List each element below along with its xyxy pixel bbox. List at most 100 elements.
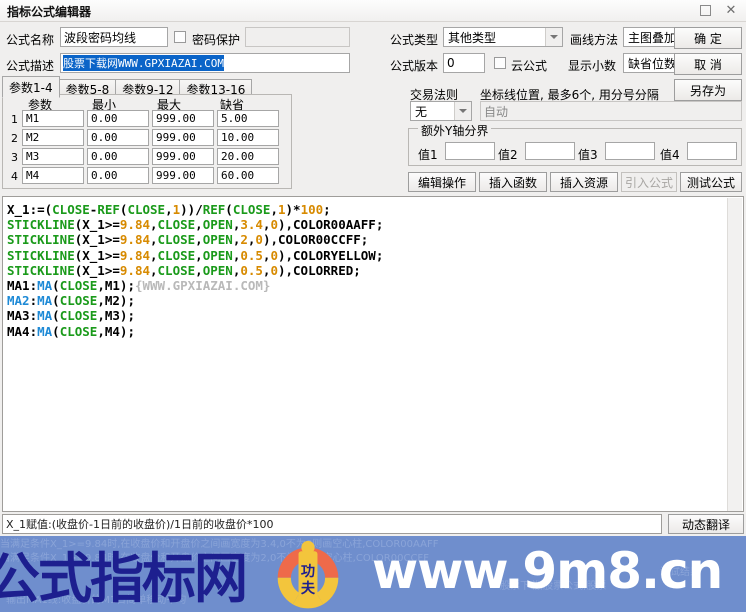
- extra-axis-input-4[interactable]: [687, 142, 737, 160]
- draw-method-label: 画线方法: [570, 33, 619, 47]
- code-token: ,: [150, 262, 158, 278]
- param-default-value-1: 5.00: [221, 112, 248, 125]
- param-default-input-3[interactable]: 20.00: [217, 148, 279, 165]
- insert-resource-button[interactable]: 插入资源: [550, 172, 618, 192]
- svg-text:功: 功: [301, 563, 315, 580]
- code-token: MA: [37, 293, 53, 309]
- param-min-input-4[interactable]: 0.00: [87, 167, 149, 184]
- code-token: ,: [150, 247, 158, 263]
- code-token: )*: [285, 202, 301, 217]
- code-token: OPEN: [202, 262, 233, 278]
- code-token: MA3:: [7, 308, 38, 324]
- cancel-button[interactable]: 取 消: [674, 53, 742, 75]
- code-token: CLOSE: [59, 278, 98, 294]
- code-token: ,M1);: [97, 278, 135, 294]
- formula-type-select[interactable]: 其他类型: [443, 27, 563, 47]
- code-token: ,: [150, 217, 158, 233]
- code-token: ))/: [180, 202, 203, 217]
- svg-text:夫: 夫: [301, 579, 316, 597]
- formula-version-label: 公式版本: [390, 59, 439, 73]
- coord-line-input[interactable]: 自动: [480, 101, 742, 121]
- param-max-input-4[interactable]: 999.00: [152, 167, 214, 184]
- code-token: (: [52, 308, 60, 324]
- dynamic-translate-label: 动态翻译: [681, 517, 730, 532]
- insert-function-button[interactable]: 插入函数: [479, 172, 547, 192]
- watermark-band: 当满足条件X_1>=9.84时,在收盘价和开盘价之间画宽度为3.4,0不为0则画…: [0, 536, 746, 612]
- chevron-down-icon[interactable]: [545, 28, 562, 46]
- trade-rule-value: 无: [415, 104, 428, 119]
- param-default-input-4[interactable]: 60.00: [217, 167, 279, 184]
- param-max-value-4: 999.00: [156, 169, 196, 182]
- edit-operations-button[interactable]: 编辑操作: [408, 172, 476, 192]
- code-token: (: [52, 293, 60, 309]
- param-max-input-2[interactable]: 999.00: [152, 129, 214, 146]
- param-min-input-1[interactable]: 0.00: [87, 110, 149, 127]
- password-protect-checkbox[interactable]: [174, 31, 186, 43]
- password-input[interactable]: [245, 27, 350, 47]
- param-name-value-3: M3: [26, 150, 40, 163]
- formula-type-label: 公式类型: [390, 33, 439, 47]
- param-name-input-1[interactable]: M1: [22, 110, 84, 127]
- code-token: 2: [240, 232, 248, 248]
- code-line: X_1:=(CLOSE-REF(CLOSE,1))/REF(CLOSE,1)*1…: [7, 202, 383, 217]
- code-token: CLOSE: [52, 202, 90, 217]
- dynamic-translate-button[interactable]: 动态翻译: [668, 514, 744, 534]
- code-token: (: [52, 278, 60, 294]
- test-formula-label: 测试公式: [686, 175, 735, 190]
- code-token: X_1:=(: [7, 202, 53, 217]
- formula-name-input[interactable]: 波段密码均线: [60, 27, 168, 47]
- code-token: ,M2);: [97, 293, 135, 309]
- param-default-input-1[interactable]: 5.00: [217, 110, 279, 127]
- decimal-label: 显示小数: [568, 59, 617, 73]
- ok-button[interactable]: 确 定: [674, 27, 742, 49]
- param-min-input-3[interactable]: 0.00: [87, 148, 149, 165]
- param-min-value-4: 0.00: [91, 169, 118, 182]
- code-token: REF: [97, 202, 120, 217]
- param-max-input-3[interactable]: 999.00: [152, 148, 214, 165]
- extra-axis-input-3[interactable]: [605, 142, 655, 160]
- formula-desc-label: 公式描述: [6, 59, 55, 73]
- param-max-input-1[interactable]: 999.00: [152, 110, 214, 127]
- close-icon: ✕: [725, 3, 737, 18]
- code-token: ,: [195, 262, 203, 278]
- formula-code-editor[interactable]: X_1:=(CLOSE-REF(CLOSE,1))/REF(CLOSE,1)*1…: [2, 196, 744, 512]
- close-button[interactable]: ✕: [720, 2, 742, 19]
- formula-type-value: 其他类型: [448, 30, 497, 45]
- param-name-input-2[interactable]: M2: [22, 129, 84, 146]
- code-token: ),COLOR00AAFF;: [277, 217, 384, 233]
- code-token: ,: [270, 202, 278, 217]
- tab-params-1-4[interactable]: 参数1-4: [2, 76, 60, 98]
- site-logo-icon: 功 夫: [277, 540, 339, 609]
- param-min-input-2[interactable]: 0.00: [87, 129, 149, 146]
- watermark-site-name: 公式指标网: [0, 547, 248, 610]
- code-token: CLOSE: [232, 202, 271, 217]
- trade-rule-select[interactable]: 无: [410, 101, 472, 121]
- param-default-input-2[interactable]: 10.00: [217, 129, 279, 146]
- chevron-down-icon[interactable]: [454, 102, 471, 120]
- editor-vertical-scrollbar[interactable]: [727, 198, 742, 511]
- cancel-button-label: 取 消: [694, 57, 722, 72]
- param-row-number-4: 4: [11, 170, 18, 183]
- param-min-value-3: 0.00: [91, 150, 118, 163]
- formula-version-input[interactable]: 0: [443, 53, 485, 73]
- param-max-value-2: 999.00: [156, 131, 196, 144]
- extra-axis-input-2[interactable]: [525, 142, 575, 160]
- code-token: {WWW.GPXIAZAI.COM}: [134, 278, 271, 294]
- maximize-button[interactable]: [694, 2, 716, 19]
- code-token: MA: [37, 278, 53, 294]
- test-formula-button[interactable]: 测试公式: [680, 172, 742, 192]
- formula-desc-input[interactable]: 股票下载网WWW.GPXIAZAI.COM: [60, 53, 350, 73]
- save-as-button[interactable]: 另存为: [674, 79, 742, 101]
- code-token: CLOSE: [59, 308, 98, 324]
- code-token: ;: [323, 202, 331, 217]
- code-token: MA1:: [7, 278, 38, 294]
- param-name-input-3[interactable]: M3: [22, 148, 84, 165]
- extra-axis-label-3: 值3: [578, 148, 598, 162]
- extra-axis-input-1[interactable]: [445, 142, 495, 160]
- cloud-formula-checkbox[interactable]: [494, 57, 506, 69]
- param-name-input-4[interactable]: M4: [22, 167, 84, 184]
- param-name-value-4: M4: [26, 169, 40, 182]
- ok-button-label: 确 定: [694, 31, 722, 46]
- extra-axis-label-4: 值4: [660, 148, 680, 162]
- password-protect-label: 密码保护: [192, 33, 241, 47]
